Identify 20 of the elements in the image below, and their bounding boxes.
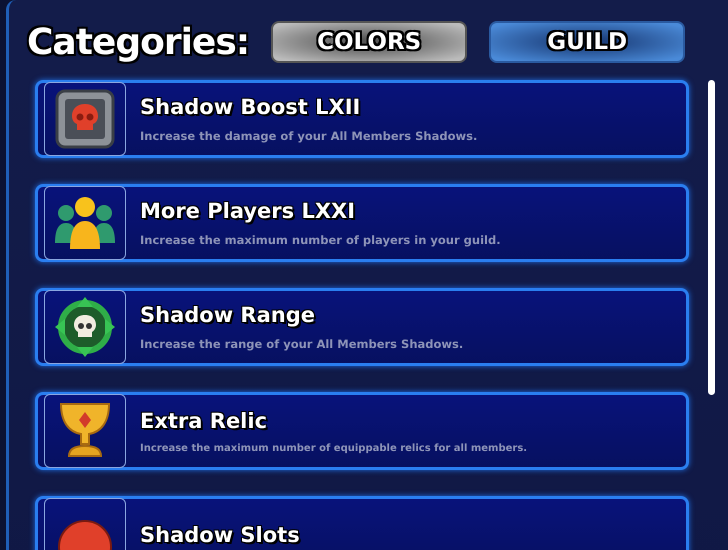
upgrade-card[interactable]: Shadow Range Increase the range of your All Members Shadows. xyxy=(35,288,689,366)
skull-badge-icon xyxy=(55,89,115,149)
category-tab[interactable]: COLORS xyxy=(271,21,468,63)
category-tab[interactable]: GUILD xyxy=(489,21,686,63)
upgrade-card[interactable]: Shadow Boost LXII Increase the damage of your All Members Shadows. xyxy=(35,80,689,158)
upgrade-description: Increase the maximum number of equippable relics for all members. xyxy=(140,442,528,454)
upgrade-card[interactable]: Shadow Slots xyxy=(35,496,689,550)
upgrade-description: Increase the range of your All Members Shadows. xyxy=(140,337,464,351)
upgrade-title: More Players LXXI xyxy=(140,199,356,223)
upgrade-card[interactable]: Extra Relic Increase the maximum number of equippable relics for all members. xyxy=(35,392,689,470)
upgrade-description: Increase the damage of your All Members Shadows. xyxy=(140,129,478,143)
skull-arrows-icon xyxy=(53,295,117,359)
upgrade-title: Shadow Boost LXII xyxy=(140,95,362,119)
scrollbar-thumb[interactable] xyxy=(708,80,715,395)
upgrade-title: Extra Relic xyxy=(140,408,268,432)
upgrade-title: Shadow Slots xyxy=(140,523,300,547)
upgrade-description: Increase the maximum number of players in your guild. xyxy=(140,233,501,247)
upgrade-title: Shadow Range xyxy=(140,303,316,327)
categories-heading: Categories: xyxy=(27,22,250,62)
upgrade-card[interactable]: More Players LXXI Increase the maximum number of players in your guild. xyxy=(35,184,689,262)
